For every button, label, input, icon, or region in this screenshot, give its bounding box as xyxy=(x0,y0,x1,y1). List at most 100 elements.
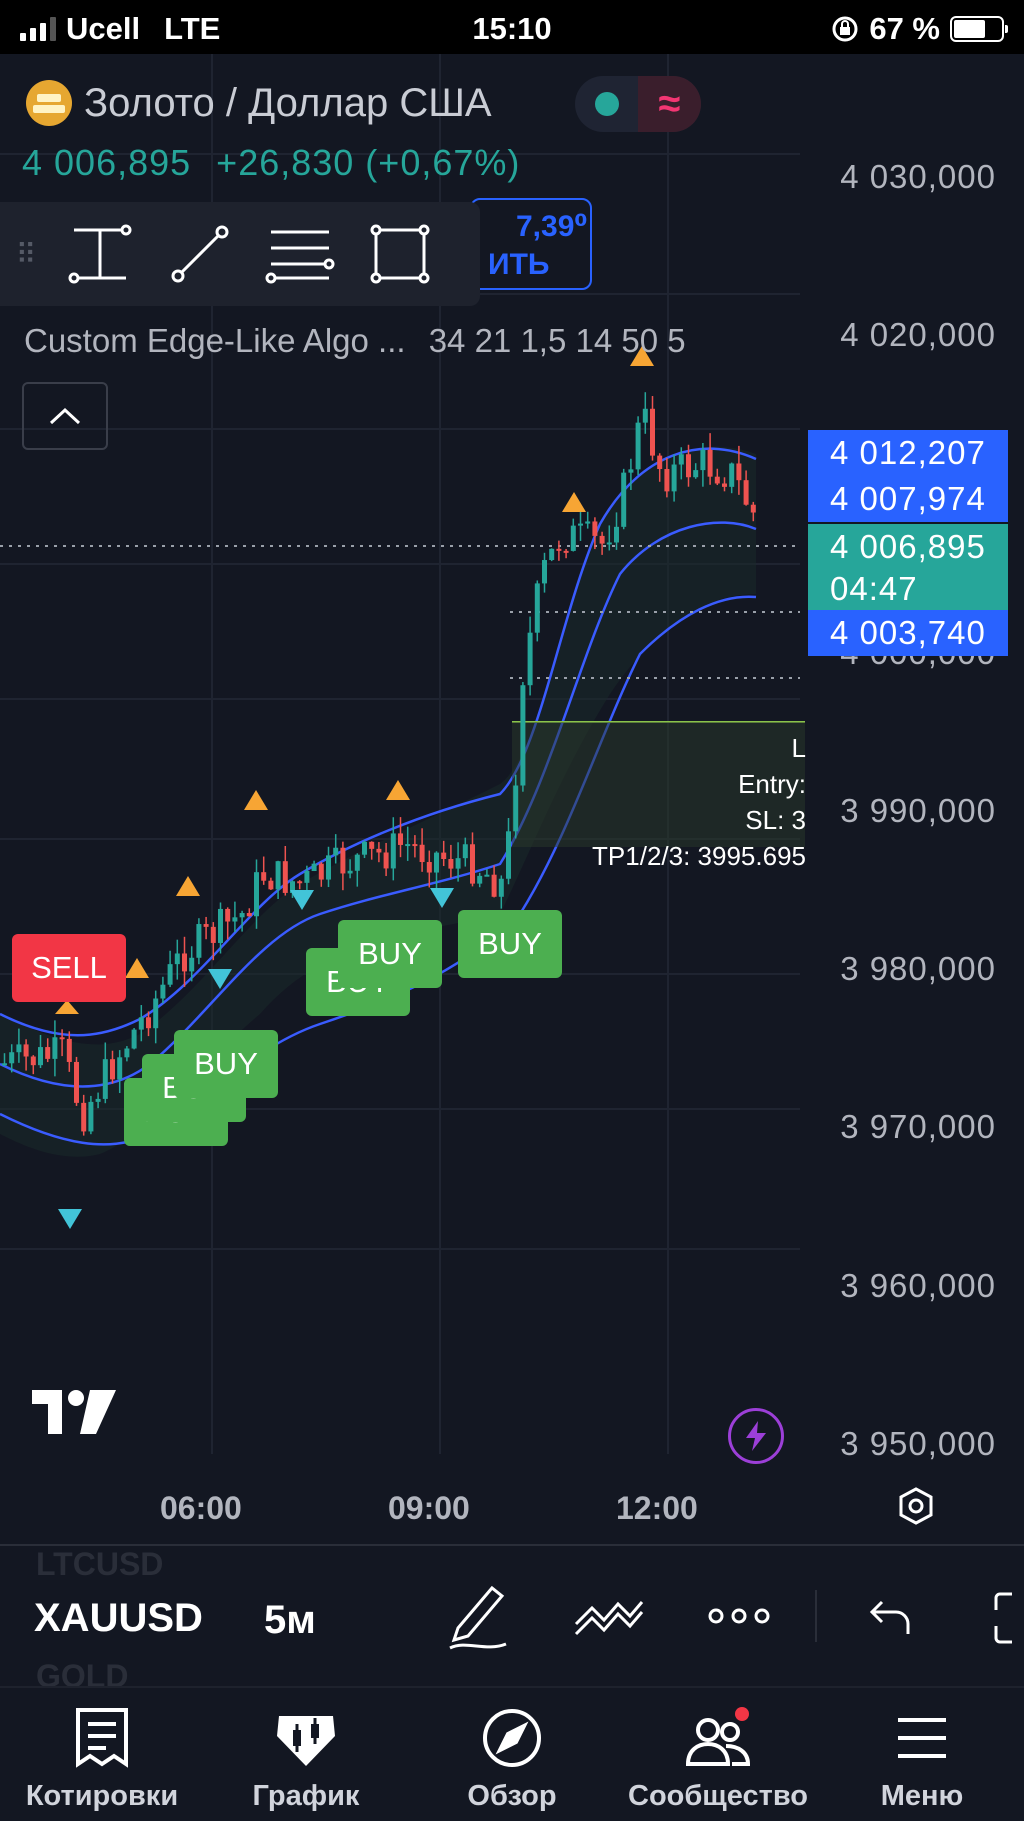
candle-body xyxy=(657,455,663,470)
candle-body xyxy=(254,872,259,917)
prev-symbol[interactable]: LTCUSD xyxy=(36,1546,163,1583)
interval-selector[interactable]: 5м xyxy=(264,1598,316,1643)
trend-line-tool-icon[interactable] xyxy=(150,202,250,306)
rectangle-tool-icon[interactable] xyxy=(350,202,450,306)
candle-body xyxy=(196,924,202,958)
candle-body xyxy=(261,872,267,881)
symbol-selector[interactable]: XAUUSD xyxy=(34,1596,220,1641)
draw-button[interactable] xyxy=(446,1582,510,1657)
candle-body xyxy=(520,685,526,786)
fib-tool-icon[interactable] xyxy=(250,202,350,306)
candle-body xyxy=(23,1044,29,1057)
trade-sl: SL: 3 xyxy=(745,805,806,835)
candle-body xyxy=(297,881,303,884)
undo-button[interactable] xyxy=(868,1598,912,1643)
candle-body xyxy=(95,1098,101,1102)
symbol-header[interactable]: Золото / Доллар США xyxy=(26,80,492,126)
candle-body xyxy=(390,833,396,869)
candle-body xyxy=(74,1061,79,1103)
drawing-toolbar[interactable]: ⠿ xyxy=(0,202,480,306)
nav-menu[interactable]: Меню xyxy=(822,1688,1022,1821)
candle-body xyxy=(9,1052,15,1064)
collapse-legend-button[interactable] xyxy=(22,382,108,450)
menu-icon xyxy=(898,1718,946,1758)
price-change: +26,830 (+0,67%) xyxy=(216,142,521,183)
candle-body xyxy=(225,908,231,922)
indicators-button[interactable] xyxy=(574,1594,644,1643)
candle-body xyxy=(131,1029,137,1049)
candle-body xyxy=(354,854,360,871)
candle-body xyxy=(563,550,569,553)
drag-handle-icon[interactable]: ⠿ xyxy=(0,238,50,271)
candle-body xyxy=(232,917,238,922)
candle-body xyxy=(628,469,634,473)
price-range-tool-icon[interactable] xyxy=(50,202,150,306)
bolt-icon[interactable] xyxy=(728,1408,784,1464)
trade-entry: Entry: xyxy=(738,769,806,799)
nav-overview[interactable]: Обзор xyxy=(412,1688,612,1821)
symbol-name: Золото / Доллар США xyxy=(84,80,492,125)
candle-body xyxy=(282,861,288,893)
candle-body xyxy=(405,844,411,847)
candle-body xyxy=(484,874,490,877)
nav-quotes[interactable]: Котировки xyxy=(2,1688,202,1821)
candle-body xyxy=(268,880,274,890)
candle-body xyxy=(326,855,331,880)
candle-body xyxy=(318,863,324,880)
candle-body xyxy=(671,464,677,492)
candle-body xyxy=(664,469,670,492)
time-axis-label: 09:00 xyxy=(388,1490,470,1526)
buy-button[interactable]: 7,39⁰ ИТЬ xyxy=(470,198,592,290)
trade-info: L Entry: SL: 3 TP1/2/3: 3995.695 xyxy=(592,730,806,874)
chart-area[interactable]: SELL BUY BUY BUY BUY BUY BUY L Entry: SL… xyxy=(0,54,1024,1544)
nav-chart[interactable]: График xyxy=(206,1688,406,1821)
candle-body xyxy=(88,1101,94,1132)
candle-body xyxy=(52,1037,58,1059)
indicator-legend[interactable]: Custom Edge-Like Algo ... 34 21 1,5 14 5… xyxy=(24,322,796,360)
candle-body xyxy=(81,1102,87,1132)
price-tag: 4 012,207 xyxy=(808,430,1008,476)
candle-body xyxy=(333,847,339,856)
buy-signal[interactable]: BUY xyxy=(458,910,562,978)
candle-body xyxy=(606,542,612,545)
chart-icon xyxy=(277,1716,335,1766)
nav-community[interactable]: Сообщество xyxy=(618,1688,818,1821)
market-status-pill[interactable]: ≈ xyxy=(575,76,701,132)
candle-body xyxy=(462,844,468,859)
candle-body xyxy=(304,871,310,883)
community-icon xyxy=(685,1707,751,1766)
candle-body xyxy=(138,1017,144,1030)
candle-body xyxy=(110,1059,115,1080)
fullscreen-button[interactable] xyxy=(992,1590,1024,1651)
candle-body xyxy=(153,998,159,1029)
candle-body xyxy=(376,848,382,853)
candle-body xyxy=(160,984,166,999)
buy-signal[interactable]: BUY xyxy=(338,920,442,988)
candle-body xyxy=(599,535,605,544)
price-axis-label: 3 950,000 xyxy=(840,1425,996,1462)
sell-signal[interactable]: SELL xyxy=(12,934,126,1002)
candle-body xyxy=(412,844,418,847)
chevron-up-icon xyxy=(49,407,81,425)
gold-icon xyxy=(26,80,72,126)
candle-body xyxy=(239,913,245,918)
candle-body xyxy=(369,841,375,849)
buy-signal[interactable]: BUY xyxy=(174,1030,278,1098)
more-button[interactable] xyxy=(708,1606,770,1631)
current-price-tag: 4 006,895 04:47 xyxy=(808,524,1008,610)
chart-toolbar: LTCUSD XAUUSD GOLD 5м xyxy=(0,1544,1024,1694)
candle-body xyxy=(426,862,432,873)
toolbar-divider xyxy=(815,1590,817,1642)
candle-body xyxy=(635,422,641,470)
candle-body xyxy=(477,875,483,884)
candle-body xyxy=(513,785,519,832)
candle-body xyxy=(117,1057,123,1080)
candle-body xyxy=(383,852,389,869)
trade-tp: TP1/2/3: 3995.695 xyxy=(592,841,806,871)
price-axis-label: 3 980,000 xyxy=(840,950,996,987)
bottom-nav: Котировки График Обзор Сообщество Меню xyxy=(0,1686,1024,1821)
market-open-icon xyxy=(594,92,619,116)
candle-body xyxy=(542,560,547,584)
chart-settings-button[interactable] xyxy=(896,1486,936,1531)
candle-body xyxy=(592,521,598,536)
